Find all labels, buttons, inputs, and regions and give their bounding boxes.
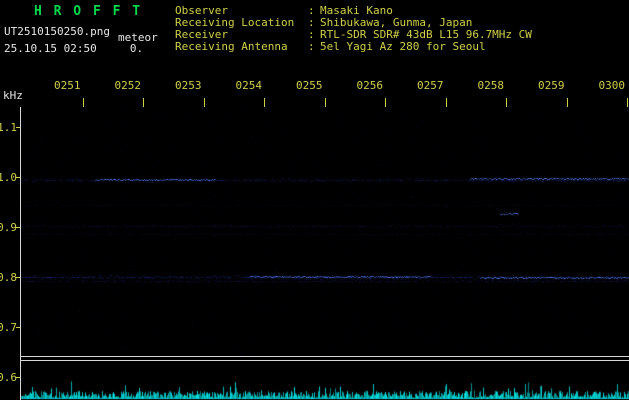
time-tick-label: 0252 — [114, 79, 142, 92]
app-title: H R O F F T — [34, 4, 143, 19]
time-tick-mark — [446, 98, 447, 107]
time-tick-mark — [567, 98, 568, 107]
timestamp: 25.10.15 02:50 0. — [4, 42, 144, 55]
time-tick-mark — [385, 98, 386, 107]
freq-tick-label: 0.6 — [0, 371, 17, 384]
meta-label: Receiving Antenna — [175, 40, 288, 53]
strip-separator-line-top — [20, 356, 629, 357]
freq-tick-label: 0.7 — [0, 321, 17, 334]
freq-tick-label: 1.0 — [0, 171, 17, 184]
time-tick-mark — [506, 98, 507, 107]
time-tick-mark — [204, 98, 205, 107]
freq-tick-label: 1.1 — [0, 121, 17, 134]
strip-separator-line-bottom — [20, 360, 629, 361]
time-tick-mark — [325, 98, 326, 107]
time-tick-label: 0255 — [296, 79, 323, 92]
output-filename: UT2510150250.png — [4, 25, 110, 38]
hrofft-screen: H R O F F T UT2510150250.png meteor 25.1… — [0, 0, 629, 400]
time-tick-label: 0251 — [54, 79, 81, 92]
meta-row-antenna: Receiving Antenna : 5el Yagi Az 280 for … — [175, 41, 532, 53]
meta-value: 5el Yagi Az 280 for Seoul — [320, 40, 486, 53]
time-tick-label: 0253 — [175, 79, 202, 92]
freq-axis-unit: kHz — [3, 89, 23, 102]
time-tick-label: 0254 — [235, 79, 263, 92]
time-tick-mark — [143, 98, 144, 107]
time-tick-label: 0256 — [356, 79, 384, 92]
meta-colon: : — [308, 40, 315, 53]
time-tick-label: 0300 — [598, 79, 626, 92]
time-tick-label: 0258 — [477, 79, 505, 92]
time-tick-label: 0259 — [538, 79, 565, 92]
metadata-table: Observer : Masaki Kano Receiving Locatio… — [175, 5, 532, 53]
time-tick-label: 0257 — [417, 79, 444, 92]
time-tick-mark — [83, 98, 84, 107]
freq-tick-label: 0.8 — [0, 271, 17, 284]
time-tick-mark — [627, 98, 628, 107]
freq-tick-label: 0.9 — [0, 221, 17, 234]
spectrogram-canvas — [0, 0, 629, 400]
time-tick-mark — [264, 98, 265, 107]
